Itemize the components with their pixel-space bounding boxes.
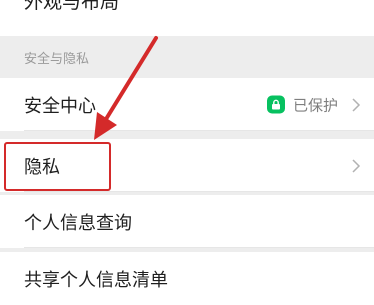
section-header: 安全与隐私 bbox=[24, 52, 90, 67]
divider bbox=[24, 130, 374, 131]
settings-row-label: 共享个人信息清单 bbox=[24, 269, 168, 291]
annotation-highlight-box bbox=[4, 142, 111, 191]
settings-row-label: 安全中心 bbox=[24, 95, 96, 117]
settings-row-label: 外观与布局 bbox=[24, 0, 120, 13]
status-text: 已保护 bbox=[292, 96, 338, 114]
settings-row-personal-info-query[interactable]: 个人信息查询 bbox=[0, 195, 374, 248]
settings-row-shared-info-list[interactable]: 共享个人信息清单 bbox=[0, 252, 374, 305]
settings-row-layout[interactable]: 外观与布局 bbox=[0, 0, 374, 36]
chevron-right-icon bbox=[352, 158, 361, 173]
security-status: 已保护 bbox=[266, 94, 338, 115]
divider bbox=[24, 247, 374, 248]
settings-row-label: 个人信息查询 bbox=[24, 212, 132, 234]
chevron-right-icon bbox=[352, 97, 361, 112]
divider bbox=[24, 191, 374, 192]
lock-icon bbox=[266, 95, 285, 114]
settings-row-security-center[interactable]: 安全中心 已保护 bbox=[0, 78, 374, 131]
